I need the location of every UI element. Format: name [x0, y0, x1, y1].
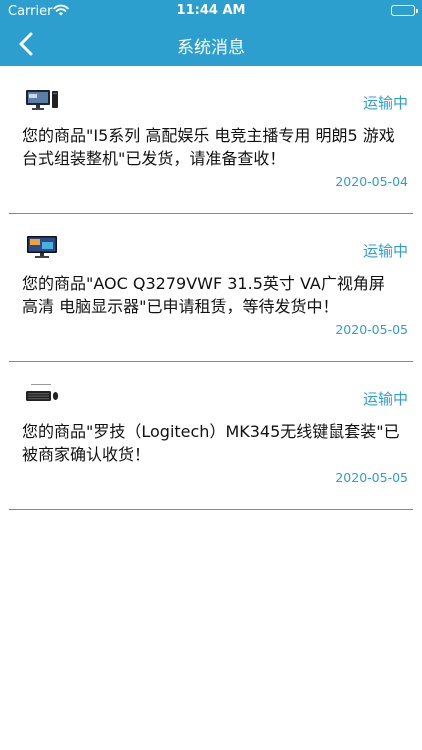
- message-card[interactable]: 运输中 您的商品"AOC Q3279VWF 31.5英寸 VA广视角屏 高清 电…: [9, 214, 413, 362]
- message-text: 您的商品"I5系列 高配娱乐 电竞主播专用 明朗5 游戏台式组装整机"已发货，请…: [22, 126, 395, 168]
- message-date: 2020-05-05: [335, 470, 408, 485]
- message-date: 2020-05-04: [335, 174, 408, 189]
- message-list: 运输中 您的商品"I5系列 高配娱乐 电竞主播专用 明朗5 游戏台式组装整机"已…: [0, 66, 422, 510]
- message-text: 您的商品"罗技（Logitech）MK345无线键鼠套装"已被商家确认收货！: [22, 422, 400, 464]
- monitor-icon: [27, 236, 57, 258]
- keyboard-mouse-icon: [26, 384, 59, 401]
- status-bar: Carrier 11:44 AM: [0, 0, 422, 22]
- message-card[interactable]: 运输中 您的商品"I5系列 高配娱乐 电竞主播专用 明朗5 游戏台式组装整机"已…: [9, 66, 413, 214]
- message-date: 2020-05-05: [335, 322, 408, 337]
- desktop-pc-icon: [26, 90, 58, 110]
- page-title: 系统消息: [177, 38, 245, 58]
- status-time: 11:44 AM: [176, 3, 246, 18]
- message-text: 您的商品"AOC Q3279VWF 31.5英寸 VA广视角屏 高清 电脑显示器…: [22, 274, 385, 316]
- app-header: Carrier 11:44 AM 系统消息: [0, 0, 422, 66]
- message-card[interactable]: 运输中 您的商品"罗技（Logitech）MK345无线键鼠套装"已被商家确认收…: [9, 362, 413, 510]
- shipping-status: 运输中: [362, 390, 408, 408]
- nav-bar: 系统消息: [0, 22, 422, 66]
- shipping-status: 运输中: [362, 242, 408, 260]
- battery-icon: [391, 5, 418, 16]
- shipping-status: 运输中: [362, 94, 408, 112]
